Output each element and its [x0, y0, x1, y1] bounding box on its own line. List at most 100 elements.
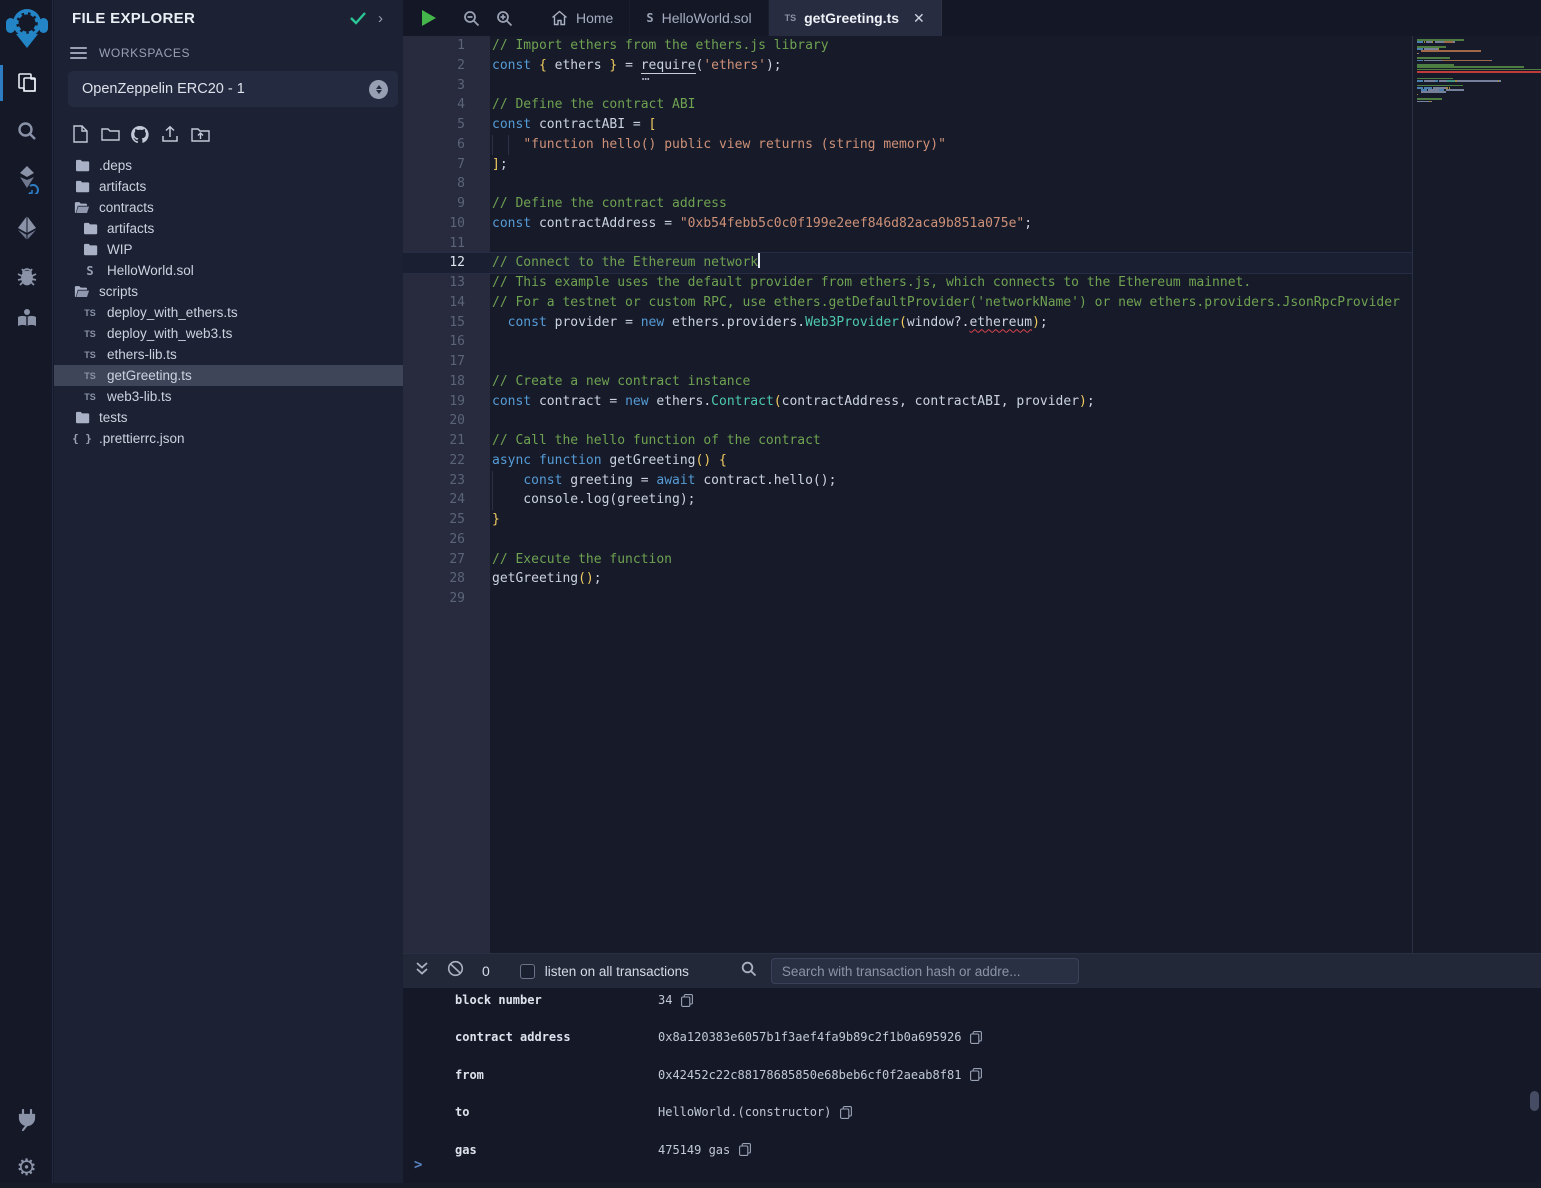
- remix-logo-icon[interactable]: [0, 4, 53, 52]
- file-toolbar: [70, 124, 210, 144]
- code-line[interactable]: 16: [403, 332, 1541, 352]
- error-underlined-token: ethereum: [969, 315, 1032, 330]
- file-label: deploy_with_ethers.ts: [107, 305, 238, 320]
- code-line[interactable]: 2const { ethers } = require…('ethers');: [403, 56, 1541, 76]
- sidebar-item-debugger[interactable]: [0, 255, 53, 297]
- upload-folder-icon[interactable]: [190, 124, 210, 144]
- code-line[interactable]: 5const contractABI = [: [403, 115, 1541, 135]
- code-line[interactable]: 19const contract = new ethers.Contract(c…: [403, 392, 1541, 412]
- line-number: 3: [403, 76, 465, 96]
- code-line[interactable]: 24 console.log(greeting);: [403, 490, 1541, 510]
- tab-helloworld-sol[interactable]: SHelloWorld.sol: [630, 0, 768, 36]
- code-line[interactable]: 3: [403, 76, 1541, 96]
- tree-item-wip[interactable]: WIP: [54, 239, 403, 260]
- code-area[interactable]: 1// Import ethers from the ethers.js lib…: [403, 36, 1541, 953]
- code-line[interactable]: 12// Connect to the Ethereum network: [403, 253, 1541, 273]
- code-line[interactable]: 11: [403, 234, 1541, 254]
- detail-value: 475149 gas: [658, 1143, 730, 1157]
- copy-icon[interactable]: [970, 1068, 982, 1081]
- sidebar-item-learneth[interactable]: [0, 298, 53, 340]
- code-line[interactable]: 27// Execute the function: [403, 550, 1541, 570]
- detail-label: to: [455, 1105, 469, 1119]
- tree-item-helloworld-sol[interactable]: SHelloWorld.sol: [54, 260, 403, 281]
- sidebar-item-file-explorer[interactable]: [0, 62, 53, 104]
- tree-item--deps[interactable]: .deps: [54, 155, 403, 176]
- code-line[interactable]: 26: [403, 530, 1541, 550]
- minimap[interactable]: [1413, 36, 1541, 953]
- zoom-out-icon[interactable]: [455, 0, 488, 36]
- collapse-terminal-icon[interactable]: [415, 961, 429, 981]
- copy-icon[interactable]: [970, 1031, 982, 1044]
- github-icon[interactable]: [130, 124, 150, 144]
- code-line[interactable]: 4// Define the contract ABI: [403, 95, 1541, 115]
- code-line[interactable]: 15 const provider = new ethers.providers…: [403, 313, 1541, 333]
- code-line[interactable]: 28getGreeting();: [403, 569, 1541, 589]
- chevron-right-icon[interactable]: ›: [378, 10, 383, 27]
- sidebar-item-search[interactable]: [0, 110, 53, 152]
- code-line[interactable]: 7];: [403, 155, 1541, 175]
- terminal-header: 0 listen on all transactions: [403, 954, 1541, 988]
- tree-item-scripts[interactable]: scripts: [54, 281, 403, 302]
- code-line[interactable]: 13// This example uses the default provi…: [403, 273, 1541, 293]
- sidebar-item-plugin-manager[interactable]: [0, 1098, 53, 1140]
- tab-home[interactable]: Home: [535, 0, 630, 36]
- tab-getgreeting-ts[interactable]: TSgetGreeting.ts✕: [769, 0, 942, 36]
- code-line[interactable]: 14// For a testnet or custom RPC, use et…: [403, 293, 1541, 313]
- sidebar-item-solidity-compiler[interactable]: [0, 158, 53, 200]
- code-line[interactable]: 6 "function hello() public view returns …: [403, 135, 1541, 155]
- tree-item-artifacts[interactable]: artifacts: [54, 218, 403, 239]
- code-line[interactable]: 17: [403, 352, 1541, 372]
- code-line[interactable]: 25}: [403, 510, 1541, 530]
- file-tree: .depsartifactscontractsartifactsWIPSHell…: [54, 155, 403, 449]
- copy-icon[interactable]: [681, 994, 693, 1007]
- code-line[interactable]: 22async function getGreeting() {: [403, 451, 1541, 471]
- ts-icon: TS: [82, 326, 98, 342]
- upload-file-icon[interactable]: [160, 124, 180, 144]
- workspace-select[interactable]: OpenZeppelin ERC20 - 1: [68, 71, 398, 107]
- copy-icon[interactable]: [739, 1143, 751, 1156]
- code-line[interactable]: 23 const greeting = await contract.hello…: [403, 471, 1541, 491]
- icon-rail: ⚙: [0, 0, 53, 1183]
- code-line[interactable]: 29: [403, 589, 1541, 609]
- tree-item-ethers-lib-ts[interactable]: TSethers-lib.ts: [54, 344, 403, 365]
- tree-item-web3-lib-ts[interactable]: TSweb3-lib.ts: [54, 386, 403, 407]
- detail-label: block number: [455, 993, 542, 1007]
- tree-item-contracts[interactable]: contracts: [54, 197, 403, 218]
- zoom-in-icon[interactable]: [488, 0, 521, 36]
- listen-transactions-checkbox[interactable]: [520, 964, 535, 979]
- workspaces-menu-icon[interactable]: [70, 47, 87, 59]
- file-label: contracts: [99, 200, 154, 215]
- editor-tabbar: HomeSHelloWorld.solTSgetGreeting.ts✕: [403, 0, 1541, 36]
- tree-item--prettierrc-json[interactable]: { }.prettierrc.json: [54, 428, 403, 449]
- code-line[interactable]: 18// Create a new contract instance: [403, 372, 1541, 392]
- sidebar-item-deploy-run[interactable]: [0, 207, 53, 249]
- new-folder-icon[interactable]: [100, 124, 120, 144]
- tree-item-getgreeting-ts[interactable]: TSgetGreeting.ts: [54, 365, 403, 386]
- code-line[interactable]: 10const contractAddress = "0xb54febb5c0c…: [403, 214, 1541, 234]
- code-line[interactable]: 8: [403, 174, 1541, 194]
- code-line[interactable]: 9// Define the contract address: [403, 194, 1541, 214]
- transaction-search-input[interactable]: [771, 958, 1079, 984]
- close-tab-icon[interactable]: ✕: [913, 10, 925, 27]
- tree-item-deploy-with-web3-ts[interactable]: TSdeploy_with_web3.ts: [54, 323, 403, 344]
- run-script-button[interactable]: [403, 0, 455, 36]
- editor: HomeSHelloWorld.solTSgetGreeting.ts✕ 1//…: [403, 0, 1541, 953]
- code-line[interactable]: 20: [403, 411, 1541, 431]
- file-label: tests: [99, 410, 128, 425]
- sidebar-item-settings[interactable]: ⚙: [0, 1146, 53, 1188]
- indent-guide: [492, 471, 493, 491]
- search-icon: [741, 961, 757, 982]
- tree-item-artifacts[interactable]: artifacts: [54, 176, 403, 197]
- tree-item-tests[interactable]: tests: [54, 407, 403, 428]
- new-file-icon[interactable]: [70, 124, 90, 144]
- terminal-prompt[interactable]: >: [414, 1157, 422, 1173]
- code-line[interactable]: 21// Call the hello function of the cont…: [403, 431, 1541, 451]
- code-line[interactable]: 1// Import ethers from the ethers.js lib…: [403, 36, 1541, 56]
- tree-item-deploy-with-ethers-ts[interactable]: TSdeploy_with_ethers.ts: [54, 302, 403, 323]
- line-number: 10: [403, 214, 465, 234]
- clear-console-icon[interactable]: [447, 960, 464, 982]
- copy-icon[interactable]: [840, 1106, 852, 1119]
- transaction-detail-row: from0x42452c22c88178685850e68beb6cf0f2ae…: [403, 1065, 1541, 1085]
- terminal-scrollbar[interactable]: [1530, 1091, 1539, 1111]
- line-number: 28: [403, 569, 465, 589]
